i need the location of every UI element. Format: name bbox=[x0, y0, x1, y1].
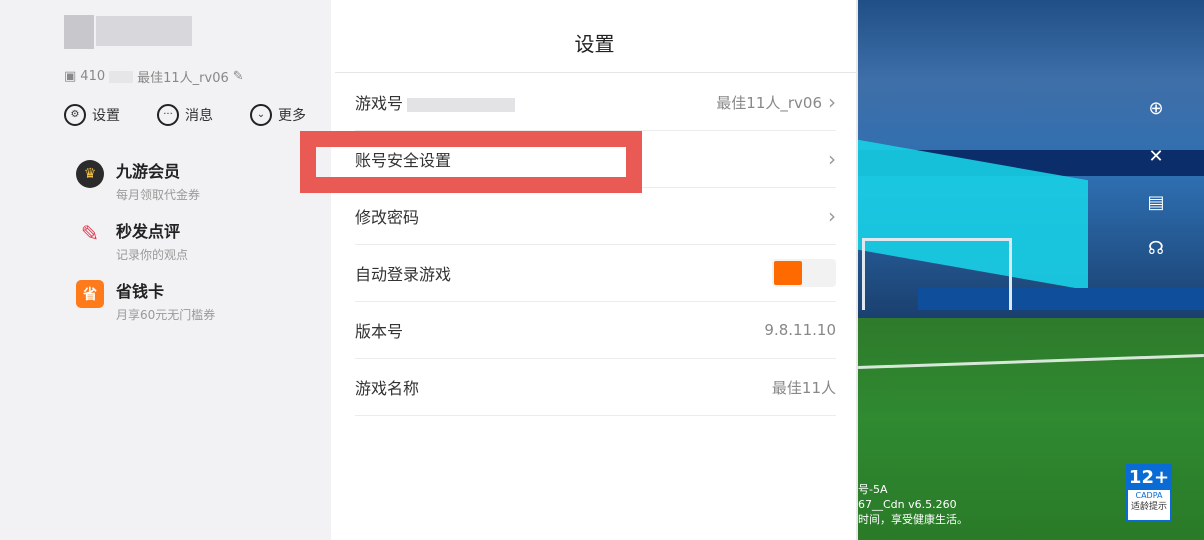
row-game-name-label: 游戏名称 bbox=[355, 379, 420, 398]
version-line-1: 号-5A bbox=[858, 483, 888, 496]
age-rating-badge: 12+ CADPA 适龄提示 bbox=[1126, 464, 1172, 522]
row-game-id-value: 最佳11人_rv06 bbox=[716, 93, 822, 112]
chevron-right-icon: › bbox=[828, 147, 836, 171]
menu-savings-subtitle: 月享60元无门槛券 bbox=[116, 308, 216, 322]
card-icon: 省 bbox=[76, 280, 104, 308]
row-game-id-label: 游戏号 bbox=[355, 94, 404, 113]
auto-login-toggle[interactable] bbox=[772, 259, 836, 287]
age-rating-value: 12+ bbox=[1128, 466, 1170, 490]
menu-membership-title: 九游会员 bbox=[116, 162, 181, 181]
menu-savings-title: 省钱卡 bbox=[116, 282, 165, 301]
row-game-name: 游戏名称 最佳11人 bbox=[355, 359, 836, 416]
uid-prefix: 410 bbox=[80, 69, 106, 84]
quick-more-label: 更多 bbox=[278, 108, 306, 124]
avatar[interactable] bbox=[64, 15, 94, 49]
chevron-right-icon: › bbox=[828, 204, 836, 228]
edit-icon[interactable]: ✎ bbox=[233, 69, 244, 84]
more-icon: ⌄ bbox=[250, 104, 272, 126]
username-partial: 最佳11人_rv06 bbox=[137, 71, 229, 86]
row-version-label: 版本号 bbox=[355, 322, 404, 341]
support-icon[interactable]: ☊ bbox=[1142, 234, 1170, 262]
quick-more[interactable]: ⌄ 更多 bbox=[250, 104, 306, 126]
quick-messages[interactable]: ··· 消息 bbox=[157, 104, 213, 126]
message-icon: ··· bbox=[157, 104, 179, 126]
notice-icon[interactable]: ▤ bbox=[1142, 188, 1170, 216]
goal-frame bbox=[862, 238, 1012, 310]
row-change-password-label: 修改密码 bbox=[355, 208, 420, 227]
quick-settings[interactable]: ⚙ 设置 bbox=[64, 104, 120, 126]
version-info: 号-5A 67__Cdn v6.5.260 时间，享受健康生活。 bbox=[858, 482, 968, 527]
header-divider bbox=[335, 72, 858, 73]
toggle-knob bbox=[774, 261, 802, 285]
user-sidebar: ▣ 410 最佳11人_rv06 ✎ ⚙ 设置 ··· 消息 ⌄ 更多 ♛ 九游… bbox=[0, 0, 331, 540]
menu-savings-card[interactable]: 省 省钱卡 月享60元无门槛券 bbox=[76, 278, 215, 323]
quick-messages-label: 消息 bbox=[185, 108, 213, 124]
version-line-2: 67__Cdn v6.5.260 bbox=[858, 498, 957, 511]
id-icon: ▣ bbox=[64, 69, 77, 84]
settings-panel: 设置 游戏号 最佳11人_rv06 › 账号安全设置 › 修改密码 › 自动登录游… bbox=[331, 0, 858, 540]
row-auto-login-label: 自动登录游戏 bbox=[355, 265, 452, 284]
menu-membership-subtitle: 每月领取代金券 bbox=[116, 188, 201, 202]
quick-settings-label: 设置 bbox=[92, 108, 120, 124]
uid-mask bbox=[109, 70, 134, 83]
row-game-id[interactable]: 游戏号 最佳11人_rv06 › bbox=[355, 74, 836, 131]
row-game-name-value: 最佳11人 bbox=[771, 378, 836, 397]
chevron-right-icon: › bbox=[828, 90, 836, 114]
tools-icon[interactable]: ✕ bbox=[1142, 142, 1170, 170]
settings-icon: ⚙ bbox=[64, 104, 86, 126]
row-auto-login: 自动登录游戏 bbox=[355, 245, 836, 302]
user-id-row: ▣ 410 最佳11人_rv06 ✎ bbox=[64, 67, 244, 86]
age-rating-org: CADPA bbox=[1135, 491, 1163, 500]
crown-icon: ♛ bbox=[76, 160, 104, 188]
row-version: 版本号 9.8.11.10 bbox=[355, 302, 836, 359]
row-change-password[interactable]: 修改密码 › bbox=[355, 188, 836, 245]
age-rating-tip: 适龄提示 bbox=[1130, 502, 1167, 512]
pencil-icon: ✎ bbox=[80, 221, 100, 247]
menu-review-title: 秒发点评 bbox=[116, 222, 181, 241]
page-title: 设置 bbox=[574, 32, 615, 56]
version-line-3: 时间，享受健康生活。 bbox=[858, 513, 968, 526]
row-account-security-label: 账号安全设置 bbox=[355, 151, 452, 170]
row-account-security[interactable]: 账号安全设置 › bbox=[355, 131, 836, 188]
globe-search-icon[interactable]: ⊕ bbox=[1142, 94, 1170, 122]
username-masked bbox=[96, 16, 192, 46]
menu-membership[interactable]: ♛ 九游会员 每月领取代金券 bbox=[76, 158, 200, 203]
menu-review-subtitle: 记录你的观点 bbox=[116, 248, 189, 262]
menu-review[interactable]: ✎ 秒发点评 记录你的观点 bbox=[76, 218, 188, 263]
game-id-mask bbox=[407, 97, 516, 112]
game-background: ⊕ ✕ ▤ ☊ 号-5A 67__Cdn v6.5.260 时间，享受健康生活。… bbox=[858, 0, 1204, 540]
row-version-value: 9.8.11.10 bbox=[764, 321, 836, 339]
